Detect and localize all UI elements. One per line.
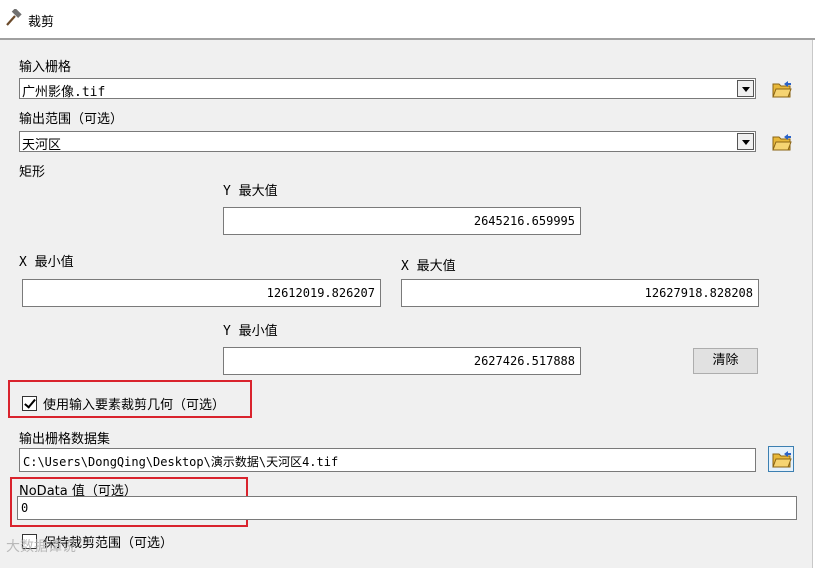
watermark: 大数据谭说 <box>6 539 76 555</box>
x-min-label: X 最小值 <box>19 255 74 270</box>
chevron-down-icon[interactable] <box>737 133 754 150</box>
folder-open-icon <box>772 451 792 468</box>
x-max-label: X 最大值 <box>401 259 456 274</box>
input-raster-label: 输入栅格 <box>19 60 72 75</box>
nodata-input[interactable]: 0 <box>17 496 797 520</box>
x-min-value: 12612019.826207 <box>266 286 375 300</box>
output-raster-browse-button[interactable] <box>768 446 794 472</box>
y-min-input[interactable]: 2627426.517888 <box>223 347 581 375</box>
y-min-label: Y 最小值 <box>223 324 278 339</box>
output-raster-label: 输出栅格数据集 <box>19 432 111 447</box>
use-input-features-label[interactable]: 使用输入要素裁剪几何（可选） <box>43 394 225 413</box>
chevron-down-icon[interactable] <box>737 80 754 97</box>
x-max-value: 12627918.828208 <box>644 286 753 300</box>
output-extent-combobox[interactable]: 天河区 <box>19 131 756 153</box>
output-extent-browse-button[interactable] <box>768 129 794 155</box>
y-min-value: 2627426.517888 <box>473 354 575 368</box>
y-max-label: Y 最大值 <box>223 184 278 199</box>
nodata-value: 0 <box>21 501 29 515</box>
output-extent-label: 输出范围（可选） <box>19 112 124 127</box>
window-title: 裁剪 <box>28 15 55 30</box>
y-max-value: 2645216.659995 <box>473 214 575 228</box>
tool-dialog-panel: 输入栅格 广州影像.tif 输出范围（可选） 天河区 矩形 Y 最大值 2645… <box>0 40 813 568</box>
input-raster-browse-button[interactable] <box>768 76 794 102</box>
x-max-input[interactable]: 12627918.828208 <box>401 279 759 307</box>
y-max-input[interactable]: 2645216.659995 <box>223 207 581 235</box>
use-input-features-checkbox[interactable] <box>22 396 37 411</box>
hammer-icon <box>4 8 22 27</box>
folder-open-icon <box>772 134 792 151</box>
input-raster-combobox[interactable]: 广州影像.tif <box>19 78 756 100</box>
folder-open-icon <box>772 81 792 98</box>
input-raster-value: 广州影像.tif <box>22 85 106 100</box>
rectangle-label: 矩形 <box>19 165 46 180</box>
x-min-input[interactable]: 12612019.826207 <box>22 279 381 307</box>
output-extent-value: 天河区 <box>22 138 62 153</box>
window-titlebar: 裁剪 <box>0 0 815 40</box>
output-raster-value: C:\Users\DongQing\Desktop\演示数据\天河区4.tif <box>23 455 339 469</box>
clear-button[interactable]: 清除 <box>693 348 758 374</box>
output-raster-input[interactable]: C:\Users\DongQing\Desktop\演示数据\天河区4.tif <box>19 448 756 472</box>
